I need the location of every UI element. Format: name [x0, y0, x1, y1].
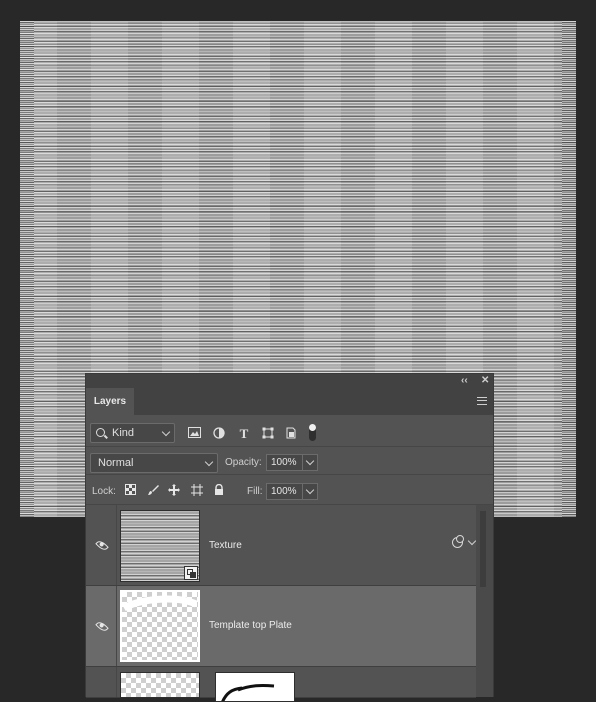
blend-mode-value: Normal	[98, 457, 134, 469]
filter-toggle-icon[interactable]	[309, 424, 316, 441]
fill-dropdown-button[interactable]	[302, 483, 318, 500]
layer-thumbnail	[120, 510, 200, 582]
fill-label: Fill:	[247, 486, 263, 497]
filter-kind-select[interactable]: Kind	[90, 423, 175, 443]
lock-image-pixels-icon[interactable]	[147, 484, 159, 496]
layer-mask-thumbnail[interactable]	[215, 672, 295, 702]
lock-artboard-icon[interactable]	[191, 484, 203, 496]
panel-menu-icon[interactable]	[477, 397, 487, 405]
layer-row-divider	[116, 586, 117, 666]
chevron-down-icon	[305, 456, 315, 466]
filter-kind-label: Kind	[112, 427, 135, 439]
layer-row-divider	[116, 505, 117, 585]
layer-filter-row: Kind T	[86, 415, 493, 447]
tab-layers[interactable]: Layers	[86, 388, 134, 415]
close-panel-icon[interactable]: ✕	[481, 375, 489, 387]
type-filter-icon[interactable]: T	[237, 427, 251, 441]
layer-row-texture[interactable]: Texture	[86, 505, 477, 586]
lock-label: Lock:	[92, 486, 116, 497]
layer-row-divider	[116, 667, 117, 697]
layer-name[interactable]: Texture	[209, 540, 242, 551]
chevron-down-icon	[305, 485, 315, 495]
image-filter-icon[interactable]	[187, 427, 201, 441]
visibility-eye-icon[interactable]	[95, 619, 109, 634]
lock-row: Lock: Fill: 100%	[86, 475, 493, 505]
layers-panel: ‹‹ ✕ Layers Kind T Normal Opacity: 100% …	[85, 373, 494, 702]
layer-name[interactable]: Template top Plate	[209, 620, 292, 631]
clipping-mask-icon	[452, 535, 464, 548]
smart-object-filter-icon[interactable]	[284, 427, 298, 441]
shape-filter-icon[interactable]	[261, 427, 275, 441]
opacity-label: Opacity:	[225, 457, 262, 468]
lock-position-icon[interactable]	[168, 484, 180, 496]
opacity-dropdown-button[interactable]	[302, 454, 318, 471]
smart-object-badge-icon	[184, 566, 198, 580]
layer-row-third[interactable]	[86, 667, 476, 702]
chevron-down-icon[interactable]	[467, 536, 477, 546]
search-icon	[96, 428, 105, 437]
chevron-down-icon	[204, 457, 214, 467]
visibility-eye-icon[interactable]	[95, 538, 109, 553]
layer-thumbnail	[120, 590, 200, 662]
opacity-field[interactable]: 100%	[266, 454, 303, 471]
lock-transparent-pixels-icon[interactable]	[125, 484, 136, 495]
blend-mode-select[interactable]: Normal	[90, 453, 218, 473]
layers-scrollbar[interactable]	[476, 505, 493, 697]
panel-tab-row: Layers	[86, 388, 493, 415]
adjustment-filter-icon[interactable]	[212, 427, 226, 441]
panel-title-bar[interactable]: ‹‹ ✕	[86, 374, 493, 388]
canvas-texture-edge-right	[562, 21, 576, 517]
lock-all-icon[interactable]	[213, 483, 225, 496]
collapse-panel-icon[interactable]: ‹‹	[461, 375, 468, 387]
fill-field[interactable]: 100%	[266, 483, 303, 500]
blend-row: Normal Opacity: 100%	[86, 447, 493, 475]
scrollbar-thumb[interactable]	[480, 511, 486, 587]
layer-row-template-top-plate[interactable]: Template top Plate	[86, 586, 476, 667]
canvas-texture-edge-left	[20, 21, 34, 517]
chevron-down-icon	[161, 427, 171, 437]
layer-thumbnail	[120, 672, 200, 698]
